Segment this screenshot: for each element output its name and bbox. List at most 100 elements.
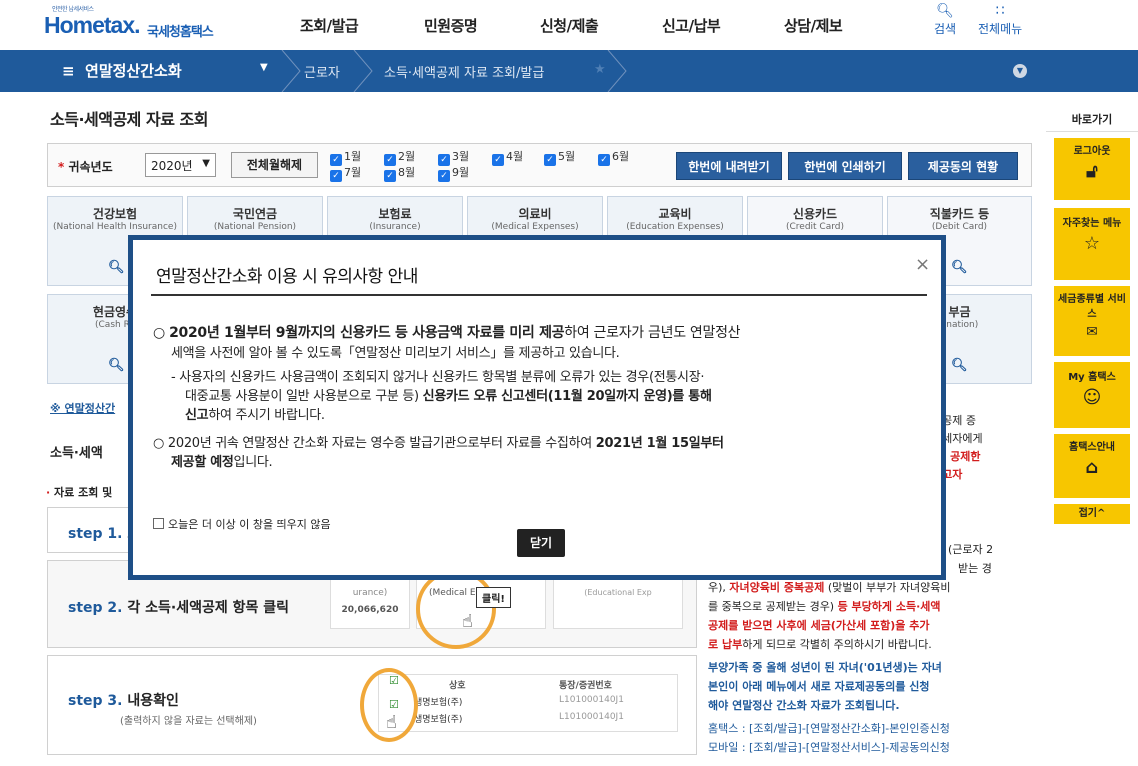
month-checkbox-3[interactable]: ✓ 3월 [438, 150, 469, 166]
home-icon: ⌂ [1085, 457, 1099, 478]
tax-service-label: 세금종류별 서비스 [1058, 294, 1126, 320]
my-hometax-button[interactable]: My 홈택스 ☺ [1054, 362, 1130, 428]
month-label: 9월 [452, 166, 470, 179]
notice-bold: 제공할 예정 [171, 455, 234, 470]
notice-line: 본인이 아래 메뉴에서 새로 자료제공동의를 신청 [708, 680, 930, 693]
notice-span: 하여 근로자가 금년도 연말정산 [564, 325, 741, 341]
hometax-logo[interactable]: 안전한 납세서비스 Hometax. 국세청홈택스 [44, 4, 244, 44]
tax-service-button[interactable]: 세금종류별 서비스 ✉ [1054, 286, 1130, 356]
close-button[interactable]: 닫기 [517, 529, 565, 557]
notice-line: 부양가족 중 올해 성년이 된 자녀('01년생)는 자녀 [708, 661, 942, 674]
guide-button[interactable]: 홈택스안내 ⌂ [1054, 434, 1130, 498]
search-icon[interactable]: 🔍︎ [951, 260, 968, 275]
gnb-apply[interactable]: 신청/제출 [540, 15, 599, 36]
table-header: 상호 [449, 681, 466, 691]
breadcrumb-separator-icon [281, 50, 301, 92]
notice-span: (맞벌이 부부가 자녀양육비 [827, 581, 951, 594]
month-checkbox-4[interactable]: ✓ 4월 [492, 150, 523, 166]
search-button[interactable]: 🔍︎ 검색 [934, 2, 956, 37]
gnb-consult[interactable]: 상담/제보 [784, 15, 843, 36]
breadcrumb-worker[interactable]: 근로자 [304, 62, 340, 81]
notice-paragraph-2b: 대중교통 사용분이 일반 사용분으로 구분 등) 신용카드 오류 신고센터(11… [185, 387, 712, 406]
month-checkbox-1[interactable]: ✓ 1월 [330, 150, 361, 166]
favorite-star-icon[interactable]: ★ [594, 62, 606, 77]
month-checkbox-9[interactable]: ✓ 9월 [438, 166, 469, 182]
card-title: 국민연금 [232, 207, 278, 221]
quick-menu-panel: 바로가기 로그아웃 🔓︎ 자주찾는 메뉴 ☆ 세금종류별 서비스 ✉ My 홈택스 ☺ … [1046, 108, 1138, 528]
year-label: * 귀속년도 [58, 160, 113, 174]
consent-status-button[interactable]: 제공동의 현황 [908, 152, 1018, 180]
year-select[interactable]: 2020년 ▼ [145, 153, 216, 177]
notice-span: 우), [708, 581, 726, 594]
notice-line[interactable]: 홈택스 : [조회/발급]-[연말정산간소화]-본인인증신청 [708, 719, 1034, 738]
notice-line: 공제를 받으면 사후에 세금(가산세 포함)을 추가 [708, 616, 1034, 635]
month-label: 1월 [344, 150, 362, 163]
menu-title[interactable]: ≡ 연말정산간소화 [62, 60, 182, 81]
notice-span: 하게 되므로 각별히 주의하시기 바랍니다. [742, 638, 932, 651]
notice-line: 를 중복으로 공제받는 경우) 등 부당하게 소득·세액 [708, 597, 1034, 616]
pointer-hand-icon: ☝ [462, 611, 473, 632]
card-subtitle: (Credit Card) [785, 222, 844, 232]
month-checkbox-6[interactable]: ✓ 6월 [598, 150, 629, 166]
month-checkbox-8[interactable]: ✓ 8월 [384, 166, 415, 182]
notice-line: 우), 자녀양육비 중복공제 (맞벌이 부부가 자녀양육비 [708, 578, 1034, 597]
faq-label: 자주찾는 메뉴 [1062, 218, 1122, 229]
star-icon: ☆ [1083, 233, 1101, 254]
gnb-report-pay[interactable]: 신고/납부 [662, 15, 721, 36]
notice-link[interactable]: ※ 연말정산간 [50, 400, 115, 416]
sample-card-label: urance) [352, 588, 388, 598]
nav-bar: ≡ 연말정산간소화 ▼ 근로자 소득·세액공제 자료 조회/발급 ★ ▼ [0, 50, 1138, 92]
month-label: 6월 [612, 150, 630, 163]
notice-span: 입니다. [233, 455, 273, 470]
card-title: 보험료 [378, 207, 412, 221]
notice-bold: 신고 [185, 408, 209, 423]
print-all-button[interactable]: 한번에 인쇄하기 [788, 152, 902, 180]
pointer-hand-icon: ☝ [386, 712, 397, 733]
table-cell: L101000140J1 [559, 712, 624, 722]
notice-modal: 연말정산간소화 이용 시 유의사항 안내 × ○ 2020년 1월부터 9월까지… [128, 235, 946, 580]
notice-span: 대중교통 사용분이 일반 사용분으로 구분 등) [185, 389, 419, 404]
notice-line: 로 납부하게 되므로 각별히 주의하시기 바랍니다. [708, 635, 1034, 654]
dropdown-arrow-icon[interactable]: ▼ [260, 62, 268, 73]
month-label: 8월 [398, 166, 416, 179]
sample-amount: 20,066,620 [341, 605, 399, 615]
search-icon[interactable]: 🔍︎ [951, 358, 968, 373]
guide-label: 홈택스안내 [1069, 442, 1115, 453]
chevron-down-icon[interactable]: ▼ [1013, 64, 1027, 78]
table-cell: L101000140J1 [559, 695, 624, 705]
download-all-button[interactable]: 한번에 내려받기 [676, 152, 782, 180]
checkbox-box[interactable] [153, 518, 164, 529]
table-cell: 생명보험(주) [414, 715, 463, 725]
search-label: 검색 [934, 22, 957, 36]
notice-bold: 2020년 1월부터 9월까지의 신용카드 등 사용금액 자료를 미리 제공 [169, 325, 565, 341]
chevron-down-icon: ▼ [202, 158, 210, 169]
quick-menu-title: 바로가기 [1046, 108, 1138, 132]
step3-label: step 3. 내용확인 [68, 690, 179, 710]
toggle-all-months-button[interactable]: 전체월해제 [231, 152, 318, 178]
click-tooltip: 클릭! [476, 587, 511, 608]
fold-button[interactable]: 접기^ [1054, 504, 1130, 524]
close-icon[interactable]: × [915, 254, 930, 275]
highlight-ring [416, 569, 496, 649]
logout-button[interactable]: 로그아웃 🔓︎ [1054, 138, 1130, 200]
search-icon[interactable]: 🔍︎ [108, 260, 125, 275]
month-checkbox-2[interactable]: ✓ 2월 [384, 150, 415, 166]
gnb-certificate[interactable]: 민원증명 [424, 15, 478, 36]
notice-span: 를 중복으로 공제받는 경우) [708, 600, 835, 613]
table-header: 통장/증권번호 [559, 681, 612, 691]
month-checkbox-7[interactable]: ✓ 7월 [330, 166, 361, 182]
notice-line[interactable]: 모바일 : [조회/발급]-[연말정산서비스]-제공동의신청 [708, 738, 1034, 757]
notice-bold: 등 부당하게 소득·세액 [837, 600, 941, 613]
month-checkbox-5[interactable]: ✓ 5월 [544, 150, 575, 166]
card-title: 건강보험 [92, 207, 138, 221]
all-menu-button[interactable]: ∷ 전체메뉴 [978, 2, 1022, 37]
step3-subtext: (출력하지 않을 자료는 선택해제) [120, 716, 257, 727]
breadcrumb-separator-icon [607, 50, 627, 92]
breadcrumb-current[interactable]: 소득·세액공제 자료 조회/발급 [384, 62, 544, 81]
table-cell: 생명보험(주) [414, 698, 463, 708]
do-not-show-checkbox[interactable]: 오늘은 더 이상 이 창을 띄우지 않음 [153, 516, 331, 532]
faq-menu-button[interactable]: 자주찾는 메뉴 ☆ [1054, 208, 1130, 280]
all-menu-label: 전체메뉴 [978, 22, 1023, 36]
gnb-inquiry[interactable]: 조회/발급 [300, 15, 359, 36]
search-icon[interactable]: 🔍︎ [108, 358, 125, 373]
